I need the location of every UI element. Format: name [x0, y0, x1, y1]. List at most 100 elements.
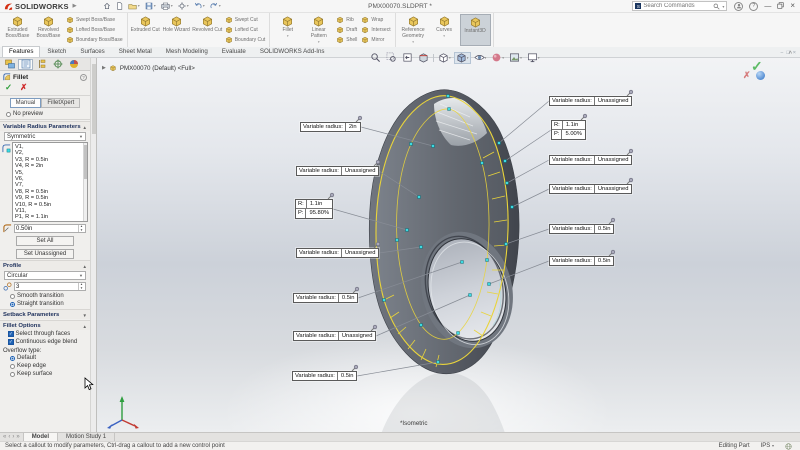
apply-scene-icon[interactable]: ▾ [507, 52, 524, 64]
ribbon-button-wrap[interactable]: Wrap [361, 16, 390, 24]
search-dropdown-icon[interactable]: ▾ [722, 4, 724, 9]
zoom-fit-icon[interactable] [368, 52, 383, 64]
ribbon-button-draft[interactable]: Draft [336, 26, 357, 34]
ribbon-button-revolved-boss-base[interactable]: Revolved Boss/Base [33, 14, 64, 46]
user-profile-icon[interactable] [734, 1, 744, 11]
no-preview-row[interactable]: No preview [0, 110, 90, 120]
callout-value[interactable]: Unassigned [342, 167, 379, 175]
ribbon-button-extruded-cut[interactable]: Extruded Cut [130, 14, 161, 46]
doc-tab-motion-study-1[interactable]: Motion Study 1 [58, 433, 116, 441]
zoom-area-icon[interactable] [384, 52, 399, 64]
set-all-button[interactable]: Set All [16, 236, 74, 246]
pin-icon[interactable] [626, 148, 634, 156]
check-continuous-edge-blend[interactable]: ✓ Continuous edge blend [0, 338, 90, 346]
expand-tree-icon[interactable]: ▶ [102, 65, 106, 71]
pin-icon[interactable] [370, 324, 378, 332]
ribbon-button-intersect[interactable]: Intersect [361, 26, 391, 34]
pin-icon[interactable] [626, 177, 634, 185]
close-icon[interactable]: × [790, 2, 795, 10]
panel-scroll-thumb[interactable] [92, 64, 96, 134]
radius-spinner[interactable]: ▲ ▼ [78, 225, 84, 232]
tab-nav-first-icon[interactable]: « [3, 434, 6, 440]
ribbon-button-boundary-boss-base[interactable]: Boundary Boss/Base [66, 36, 123, 44]
variable-radius-callout[interactable]: Variable radius: Unassigned [296, 241, 381, 259]
tab-surfaces[interactable]: Surfaces [73, 46, 111, 57]
section-view-icon[interactable] [416, 52, 431, 64]
callout-value[interactable]: 5.00% [562, 130, 584, 138]
vertex-list-item[interactable]: P1, R = 1.1in [15, 214, 81, 220]
tab-nav-last-icon[interactable]: » [16, 434, 19, 440]
variable-radius-callout[interactable]: Variable radius: 2in [300, 115, 362, 133]
listbox-scrollbar[interactable] [83, 143, 87, 221]
view-orientation-icon[interactable]: ▾ [436, 52, 453, 64]
viewport-help-sphere-icon[interactable] [756, 71, 765, 80]
pin-icon[interactable] [327, 192, 335, 200]
menu-expand-arrow-icon[interactable]: ▶ [73, 3, 77, 9]
restore-icon[interactable] [777, 1, 784, 11]
callout-value[interactable]: Unassigned [595, 185, 632, 193]
listbox-scroll-thumb[interactable] [83, 145, 87, 179]
ribbon-button-extruded-boss-base[interactable]: Extruded Boss/Base [2, 14, 33, 46]
undo-icon[interactable]: ▾ [194, 2, 205, 10]
tab-sheet-metal[interactable]: Sheet Metal [112, 46, 159, 57]
previous-view-icon[interactable] [400, 52, 415, 64]
t ree-root-label[interactable]: PMX00070 (Default) <Full> [120, 65, 195, 72]
pin-icon[interactable] [373, 241, 381, 249]
section-setback[interactable]: Setback Parameters ▼ [0, 309, 90, 319]
pin-icon[interactable] [608, 217, 616, 225]
tab-nav-next-icon[interactable]: › [12, 434, 14, 440]
callout-value[interactable]: 95.80% [306, 209, 332, 217]
instance-spinner[interactable]: ▲ ▼ [78, 283, 84, 290]
vertex-listbox[interactable]: V1, V2, V3, R = 0.5in V4, R = 2in V5, V6, V7, V… [12, 142, 88, 222]
pin-icon[interactable] [626, 89, 634, 97]
callout-value[interactable]: Unassigned [595, 156, 632, 164]
ribbon-button-linear-pattern[interactable]: Linear Pattern ▾ [303, 14, 334, 46]
tab-nav-buttons[interactable]: «‹ ›» [0, 433, 24, 441]
ribbon-button-rib[interactable]: Rib [336, 16, 357, 24]
ribbon-button-swept-cut[interactable]: Swept Cut [225, 16, 266, 24]
manual-mode-button[interactable]: Manual [9, 98, 42, 108]
search-input[interactable] [643, 3, 712, 9]
pin-icon[interactable] [580, 113, 588, 121]
variable-radius-callout[interactable]: Variable radius: Unassigned [549, 148, 634, 166]
callout-value[interactable]: Unassigned [595, 97, 632, 105]
symmetry-select[interactable]: Symmetric ▼ [4, 132, 86, 141]
ribbon-button-revolved-cut[interactable]: Revolved Cut [192, 14, 223, 46]
pin-icon[interactable] [355, 115, 363, 123]
ribbon-button-reference-geometry[interactable]: Reference Geometry ▾ [398, 14, 429, 46]
panel-tab-configuration-manager[interactable] [34, 59, 49, 70]
tags-globe-icon[interactable] [785, 442, 792, 450]
graphics-viewport[interactable]: Variable radius: 2in Variable radius: Unass… [97, 58, 800, 432]
tab-features[interactable]: Features [2, 46, 41, 57]
variable-radius-callout[interactable]: Variable radius: 0.5in [293, 286, 360, 304]
options-gear-icon[interactable]: ▾ [178, 2, 189, 10]
section-fillet-options[interactable]: Fillet Options ▲ [0, 320, 90, 330]
child-restore-icon[interactable]: □ [786, 50, 789, 56]
edit-appearance-icon[interactable]: ▾ [489, 52, 506, 64]
callout-value[interactable]: Unassigned [342, 249, 379, 257]
ribbon-button-fillet[interactable]: Fillet ▾ [272, 14, 303, 46]
radio-keep-edge[interactable]: Keep edge [0, 362, 90, 370]
radius-position-callout[interactable]: R: 1.1in P: 95.80% [295, 192, 335, 219]
filletxpert-mode-button[interactable]: FilletXpert [41, 98, 81, 108]
ribbon-button-swept-boss-base[interactable]: Swept Boss/Base [66, 16, 123, 24]
callout-value[interactable]: 0.5in [338, 372, 357, 380]
radio-keep-surface[interactable]: Keep surface [0, 370, 90, 378]
instance-count-input[interactable]: 3 ▲ ▼ [14, 282, 86, 291]
variable-radius-callout[interactable]: Variable radius: 0.5in [549, 217, 616, 235]
cancel-button[interactable]: ✗ [20, 82, 27, 93]
callout-value[interactable]: 1.1in [563, 121, 582, 129]
ribbon-button-mirror[interactable]: Mirror [361, 36, 390, 44]
ok-button[interactable]: ✓ [5, 82, 12, 93]
callout-value[interactable]: 0.5in [339, 294, 358, 302]
radio-straight-transition[interactable]: Straight transition [0, 300, 90, 308]
redo-icon[interactable]: ▾ [210, 2, 221, 10]
pin-icon[interactable] [352, 286, 360, 294]
ribbon-button-curves[interactable]: Curves ▾ [429, 14, 460, 46]
open-icon[interactable]: ▾ [128, 2, 140, 10]
radius-position-callout[interactable]: R: 1.1in P: 5.00% [551, 113, 588, 140]
doc-tab-model[interactable]: Model [23, 433, 59, 441]
section-variable-radius[interactable]: Variable Radius Parameters ▲ [0, 121, 90, 131]
viewport-cancel-icon[interactable]: ✗ [743, 70, 751, 81]
tab-evaluate[interactable]: Evaluate [215, 46, 253, 57]
